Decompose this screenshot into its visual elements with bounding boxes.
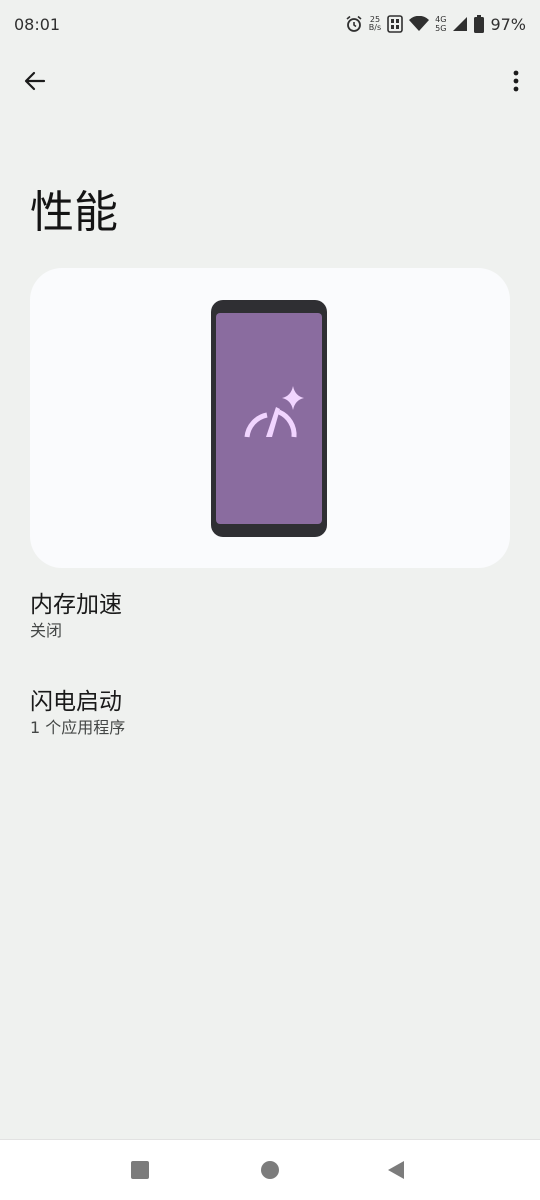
- net-speed: 25 B/s: [369, 16, 381, 32]
- page-title: 性能: [30, 187, 118, 238]
- network-bottom-label: 5G: [435, 24, 447, 33]
- hero-illustration-card: [30, 268, 510, 568]
- recents-button[interactable]: [120, 1150, 160, 1190]
- more-vert-icon: [513, 70, 519, 92]
- network-type: 4G 5G: [435, 15, 446, 33]
- recents-square-icon: [131, 1161, 149, 1179]
- net-speed-unit: B/s: [368, 23, 382, 32]
- wifi-icon: [409, 16, 430, 31]
- battery-percent: 97%: [490, 14, 526, 34]
- status-bar: 08:01 25 B/s 4G 5G 97%: [0, 0, 540, 48]
- back-triangle-icon: [388, 1161, 404, 1179]
- nav-back-button[interactable]: [376, 1150, 416, 1190]
- alarm-icon: [346, 15, 362, 32]
- arrow-back-icon: [24, 71, 46, 91]
- setting-title: 闪电启动: [30, 689, 122, 715]
- toolbar: [0, 52, 540, 108]
- status-icons: 25 B/s 4G 5G 97%: [345, 15, 526, 34]
- sim-icon: [387, 15, 403, 33]
- phone-illustration: [211, 300, 327, 537]
- battery-icon: [474, 15, 485, 33]
- setting-memory-boost[interactable]: 内存加速 关闭: [30, 590, 510, 642]
- setting-flash-launch[interactable]: 闪电启动 1 个应用程序: [30, 687, 510, 739]
- setting-summary: 1 个应用程序: [30, 718, 126, 737]
- setting-summary: 关闭: [30, 621, 63, 640]
- network-top-label: 4G: [435, 15, 447, 24]
- home-button[interactable]: [250, 1150, 290, 1190]
- signal-icon: [453, 17, 468, 31]
- more-options-button[interactable]: [504, 62, 528, 100]
- phone-screen: [216, 313, 322, 524]
- back-button[interactable]: [16, 62, 54, 100]
- home-circle-icon: [261, 1161, 279, 1179]
- setting-title: 内存加速: [30, 592, 122, 618]
- navigation-bar: [0, 1139, 540, 1200]
- status-time: 08:01: [14, 14, 61, 34]
